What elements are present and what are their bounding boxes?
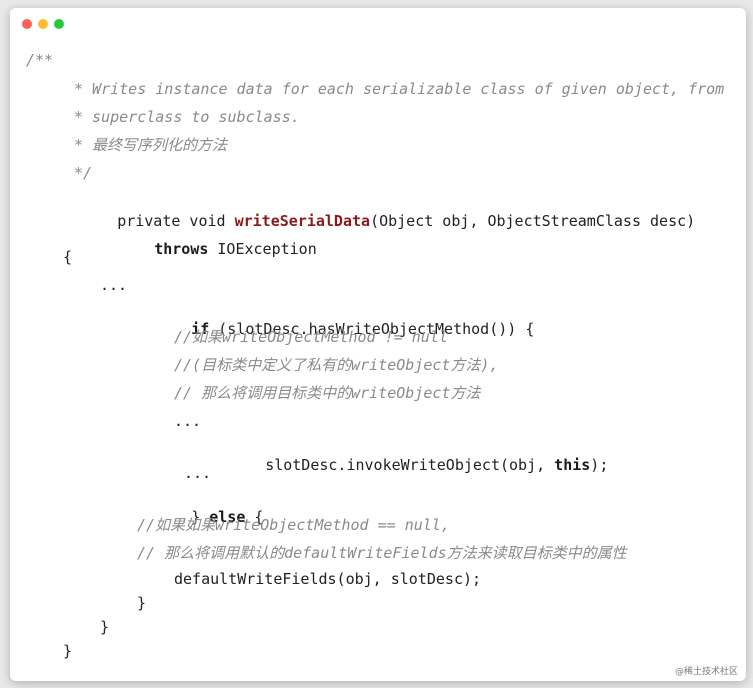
code-line: } xyxy=(100,618,110,636)
maximize-dot-icon[interactable] xyxy=(54,19,64,29)
code-line: { xyxy=(63,248,73,266)
code-line: ... xyxy=(174,412,202,430)
code-line: } else { xyxy=(137,487,263,526)
code-line: ... xyxy=(184,464,212,482)
code-line: slotDesc.invokeWriteObject(obj, this); xyxy=(211,435,608,474)
code-line: // 那么将调用默认的defaultWriteFields方法来读取目标类中的属… xyxy=(137,544,627,562)
code-token: slotDesc.invokeWriteObject(obj, xyxy=(265,456,555,474)
code-window: /** * Writes instance data for each seri… xyxy=(10,8,746,681)
code-token: ); xyxy=(590,456,609,474)
watermark: @稀土技术社区 xyxy=(674,667,738,677)
code-line: /** xyxy=(26,51,54,69)
keyword: this xyxy=(554,456,591,474)
code-line: //如果如果writeObjectMethod == null, xyxy=(137,516,450,534)
code-line: * superclass to subclass. xyxy=(74,108,300,126)
code-line: //(目标类中定义了私有的writeObject方法), xyxy=(174,356,499,374)
keyword: throws xyxy=(154,240,209,258)
code-line: // 那么将调用目标类中的writeObject方法 xyxy=(174,384,481,402)
code-line: * 最终写序列化的方法 xyxy=(74,136,228,154)
window-titlebar xyxy=(10,8,746,38)
code-line: defaultWriteFields(obj, slotDesc); xyxy=(174,570,482,588)
code-line: */ xyxy=(74,164,93,182)
code-line: private void writeSerialData(Object obj,… xyxy=(63,191,695,230)
minimize-dot-icon[interactable] xyxy=(38,19,48,29)
code-line: } xyxy=(137,594,147,612)
code-line: } xyxy=(63,642,73,660)
code-line: //如果writeObjectMethod != null xyxy=(174,328,448,346)
code-token: IOException xyxy=(208,240,317,258)
code-line: if (slotDesc.hasWriteObjectMethod()) { xyxy=(137,299,534,338)
close-dot-icon[interactable] xyxy=(22,19,32,29)
code-line: ... xyxy=(100,276,128,294)
code-line: * Writes instance data for each serializ… xyxy=(74,80,725,98)
code-token: (Object obj, ObjectStreamClass desc) xyxy=(370,212,696,230)
code-line: throws IOException xyxy=(100,219,317,258)
